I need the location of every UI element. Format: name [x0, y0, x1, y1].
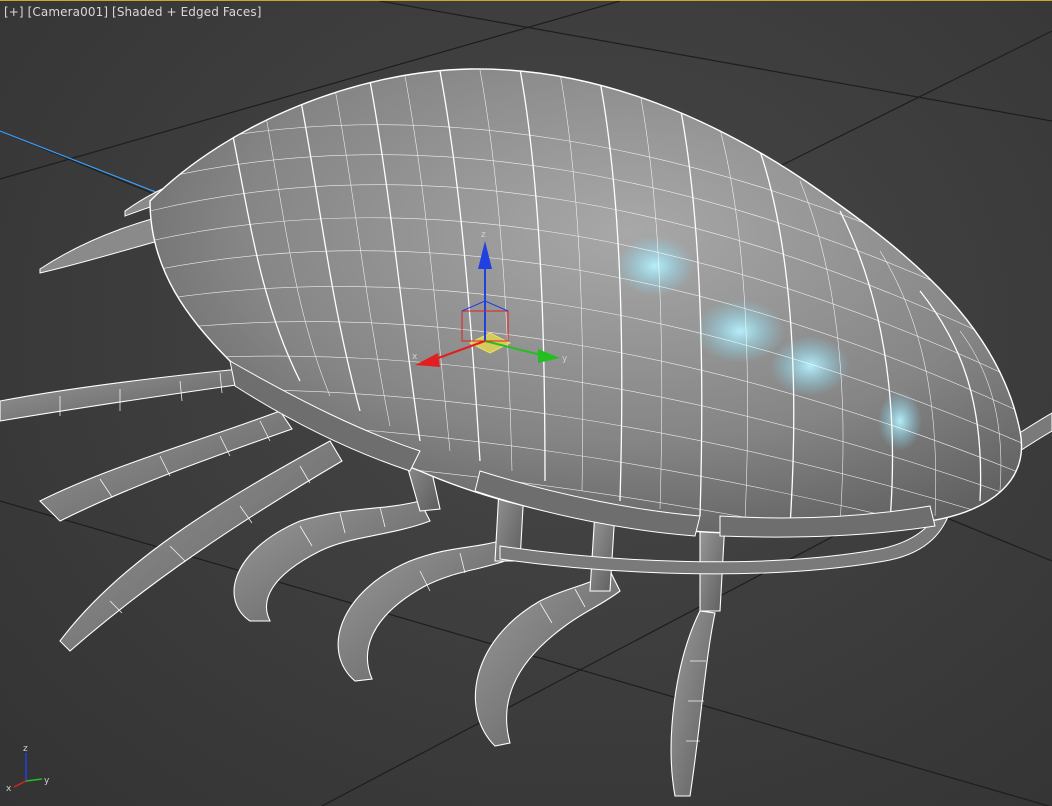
specular-highlight-1 — [615, 236, 695, 296]
gizmo-y-label: y — [562, 354, 568, 364]
viewport-general-menu[interactable]: [+] — [4, 5, 24, 19]
leg-1 — [0, 368, 251, 422]
gizmo-x-label: x — [412, 352, 418, 362]
leg-7 — [670, 610, 716, 797]
view-axis-tripod: z x y — [6, 744, 50, 794]
viewport-shading-menu[interactable]: [Shaded + Edged Faces] — [112, 5, 261, 19]
axis-y-label: y — [44, 776, 50, 786]
specular-highlight-3 — [770, 336, 850, 396]
gizmo-z-label: z — [481, 230, 486, 240]
axis-x-label: x — [6, 784, 12, 794]
viewport-camera001[interactable]: [+] [Camera001] [Shaded + Edged Faces] z… — [0, 0, 1052, 806]
viewport-point-of-view-menu[interactable]: [Camera001] — [28, 5, 108, 19]
specular-highlight-2 — [695, 299, 785, 363]
axis-z-label: z — [23, 744, 28, 754]
viewport-label: [+] [Camera001] [Shaded + Edged Faces] — [4, 5, 262, 19]
leg-6 — [475, 570, 621, 747]
isopod-body[interactable] — [149, 68, 1040, 581]
leg-5 — [337, 540, 506, 682]
scene-canvas[interactable]: z x y z x y — [0, 1, 1052, 806]
leg-4 — [233, 500, 431, 622]
